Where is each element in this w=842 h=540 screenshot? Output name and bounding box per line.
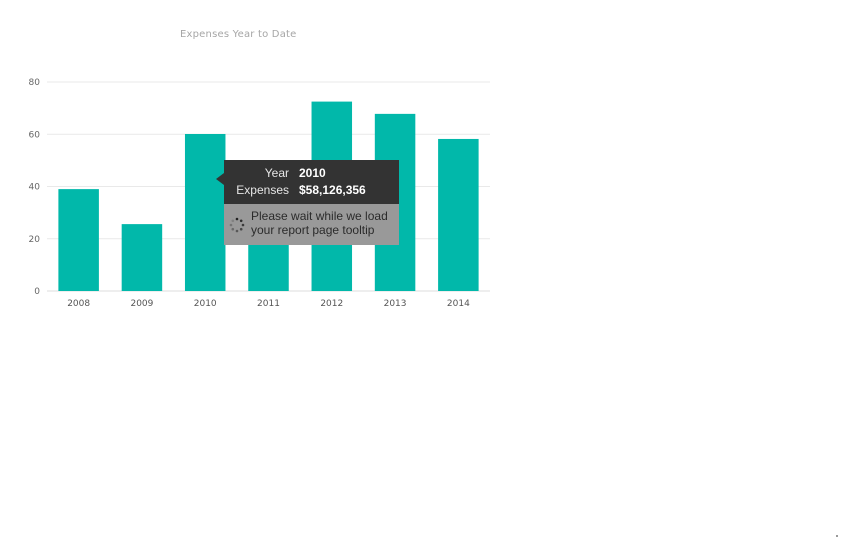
corner-mark — [836, 535, 838, 537]
bar-2009[interactable] — [121, 224, 163, 291]
tooltip-loading-line-1: Please wait while we load — [251, 209, 388, 223]
tooltip-row-expenses: Expenses $58,126,356 — [224, 182, 399, 198]
tooltip-loading-text: Please wait while we load your report pa… — [251, 209, 397, 237]
x-tick-label: 2014 — [447, 299, 470, 309]
y-tick-label: 0 — [34, 287, 40, 297]
x-tick-label: 2008 — [67, 299, 90, 309]
spinner-icon — [229, 217, 245, 233]
x-tick-label: 2010 — [194, 299, 217, 309]
tooltip-expenses-value: $58,126,356 — [299, 183, 366, 197]
tooltip-year-label: Year — [264, 166, 289, 180]
tooltip-arrow — [216, 173, 224, 185]
y-tick-label: 60 — [29, 130, 41, 140]
tooltip-row-year: Year 2010 — [224, 165, 399, 181]
y-tick-label: 40 — [29, 183, 41, 193]
report-tooltip: Year 2010 Expenses $58,126,356 Please wa… — [216, 160, 399, 245]
tooltip-header: Year 2010 Expenses $58,126,356 — [224, 160, 399, 204]
y-tick-label: 80 — [29, 78, 41, 88]
x-tick-label: 2013 — [384, 299, 407, 309]
tooltip-loading-line-2: your report page tooltip — [251, 223, 375, 237]
tooltip-loading-panel: Please wait while we load your report pa… — [224, 204, 399, 245]
x-tick-label: 2011 — [257, 299, 280, 309]
y-tick-label: 20 — [29, 235, 41, 245]
x-tick-label: 2009 — [130, 299, 153, 309]
bar-2010[interactable] — [184, 133, 226, 291]
tooltip-year-value: 2010 — [299, 166, 326, 180]
x-tick-label: 2012 — [320, 299, 343, 309]
bar-2014[interactable] — [438, 138, 479, 291]
bar-2008[interactable] — [58, 189, 99, 291]
tooltip-expenses-label: Expenses — [236, 183, 289, 197]
